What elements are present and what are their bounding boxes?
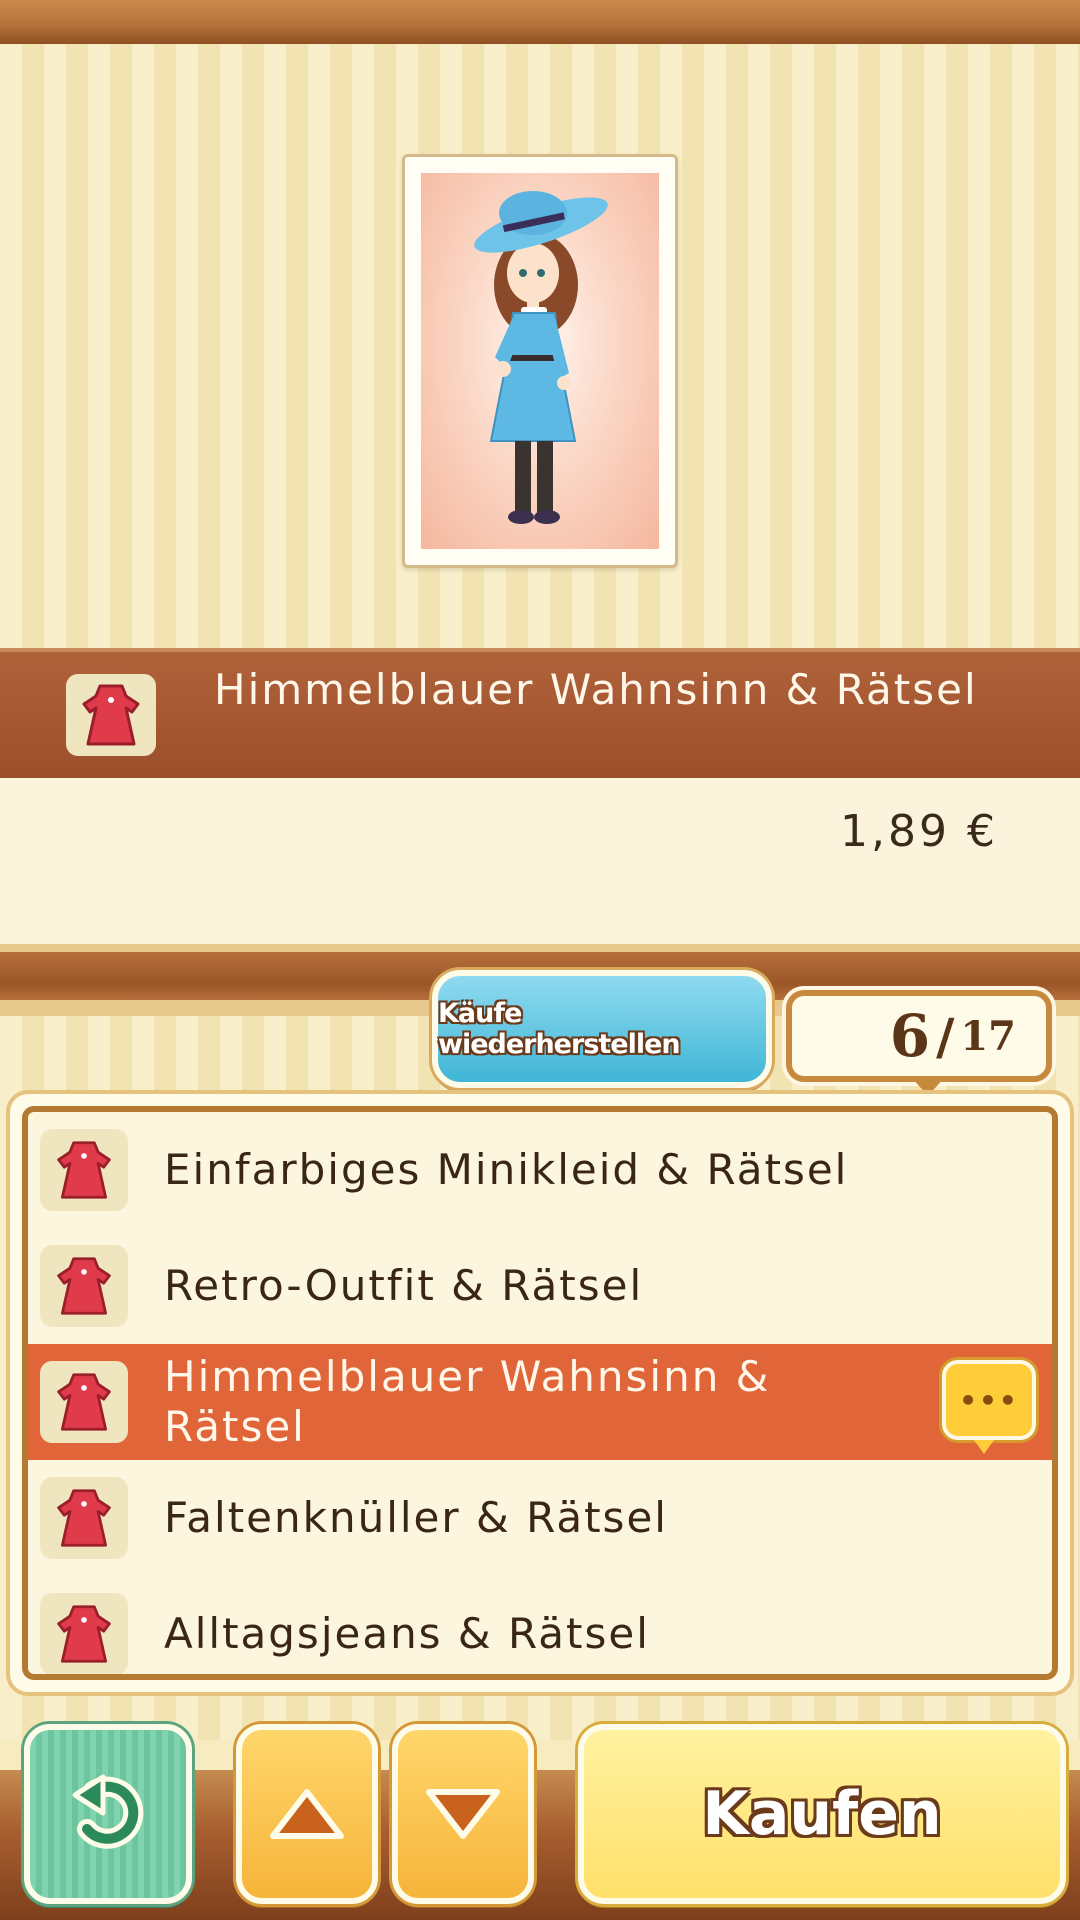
dress-icon (40, 1477, 128, 1559)
item-list: Einfarbiges Minikleid & Rätsel Retro-Out… (22, 1106, 1058, 1680)
scroll-up-button[interactable] (236, 1724, 378, 1904)
list-item-label: Einfarbiges Minikleid & Rätsel (164, 1145, 849, 1194)
restore-purchases-button[interactable]: Käufe wiederherstellen (432, 970, 772, 1088)
list-item[interactable]: Faltenknüller & Rätsel (28, 1460, 1052, 1576)
list-item-label: Retro-Outfit & Rätsel (164, 1261, 644, 1310)
restore-purchases-label: Käufe wiederherstellen (438, 998, 681, 1060)
item-price: 1,89 € (840, 806, 998, 857)
counter-current: 6 (889, 1002, 931, 1070)
price-area: 1,89 € (0, 778, 1080, 944)
dress-icon (40, 1361, 128, 1443)
list-item-label: Faltenknüller & Rätsel (164, 1493, 668, 1542)
counter-separator: / (936, 1006, 955, 1066)
list-item[interactable]: Retro-Outfit & Rätsel (28, 1228, 1052, 1344)
list-item[interactable]: Alltagsjeans & Rätsel (28, 1576, 1052, 1674)
back-arrow-icon (72, 1774, 144, 1849)
counter-total: 17 (960, 1012, 1016, 1060)
dress-icon (40, 1245, 128, 1327)
item-title: Himmelblauer Wahnsinn & Rätsel (214, 665, 978, 714)
character-illustration (474, 191, 608, 524)
item-list-frame: Einfarbiges Minikleid & Rätsel Retro-Out… (10, 1094, 1070, 1692)
dress-icon (40, 1593, 128, 1674)
buy-button[interactable]: Kaufen (578, 1724, 1066, 1904)
scroll-down-button[interactable] (392, 1724, 534, 1904)
top-frame (0, 0, 1080, 48)
list-item-selected[interactable]: Himmelblauer Wahnsinn & Rätsel ••• (28, 1344, 1052, 1460)
item-title-bar: Himmelblauer Wahnsinn & Rätsel (0, 648, 1080, 782)
arrow-up-icon (270, 1789, 344, 1839)
dress-icon (40, 1129, 128, 1211)
chat-bubble-icon[interactable]: ••• (942, 1360, 1036, 1454)
dress-icon (66, 674, 156, 756)
arrow-down-icon (426, 1789, 500, 1839)
back-button[interactable] (24, 1724, 192, 1904)
list-item[interactable]: Einfarbiges Minikleid & Rätsel (28, 1112, 1052, 1228)
list-item-label: Himmelblauer Wahnsinn & Rätsel (164, 1352, 771, 1451)
page-counter: 6 / 17 (786, 990, 1052, 1082)
list-item-label: Alltagsjeans & Rätsel (164, 1609, 650, 1658)
outfit-preview-card (402, 154, 678, 568)
buy-button-label: Kaufen (702, 1779, 942, 1849)
